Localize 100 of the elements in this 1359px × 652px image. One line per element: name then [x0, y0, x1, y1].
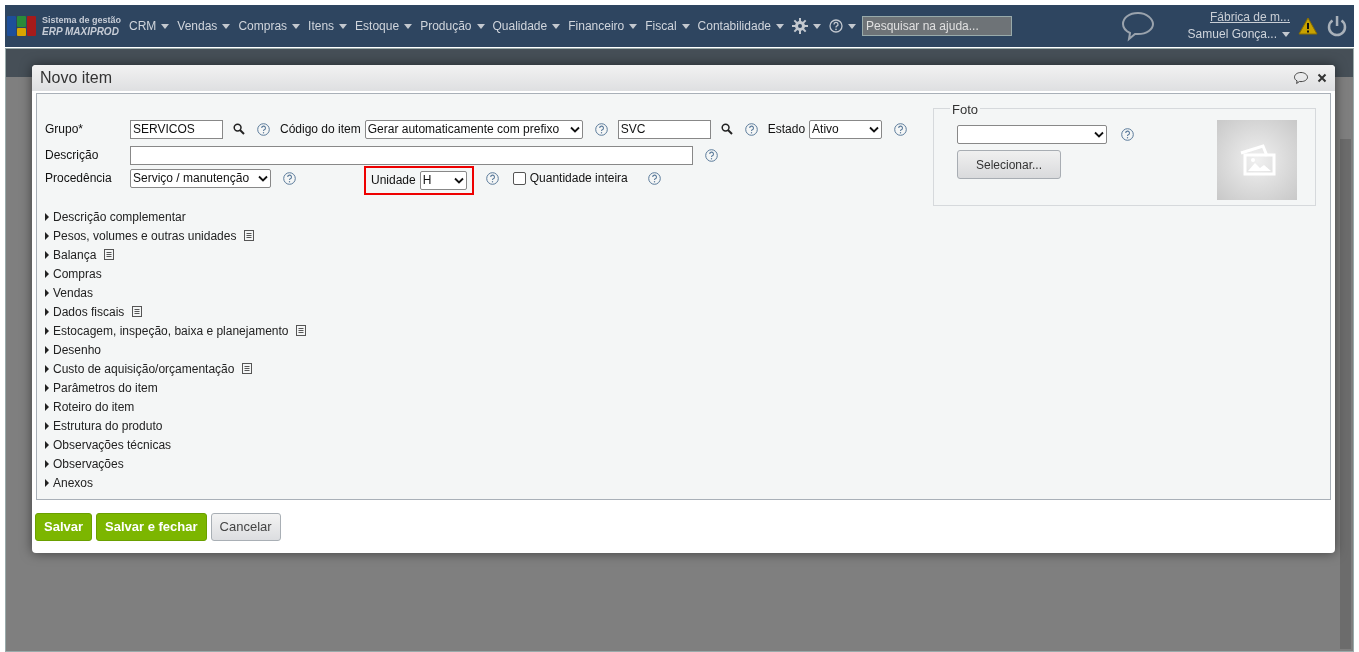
section-toggle[interactable]: Estrutura do produto	[45, 416, 163, 435]
company-link[interactable]: Fábrica de m...	[1187, 9, 1290, 26]
logo-icon	[7, 15, 37, 37]
section-toggle[interactable]: Desenho	[45, 340, 102, 359]
field-label: Estado	[767, 121, 806, 138]
field-label: Unidade	[371, 172, 416, 189]
expand-icon	[45, 212, 49, 221]
text-field[interactable]	[130, 145, 693, 165]
help-icon[interactable]	[257, 122, 270, 136]
menu-item[interactable]: CRM	[127, 17, 172, 35]
menu-item[interactable]: Produção	[418, 17, 487, 35]
section-toggle[interactable]: Parâmetros do item	[45, 378, 158, 397]
close-icon[interactable]	[1317, 73, 1327, 83]
caret-icon	[222, 23, 231, 29]
select-field[interactable]: H	[419, 170, 467, 190]
help-icon[interactable]	[647, 171, 661, 185]
field-label: Grupo*	[45, 121, 85, 138]
expand-icon	[45, 231, 49, 240]
menu-item[interactable]: Compras	[236, 17, 303, 35]
help-icon[interactable]	[894, 122, 908, 136]
section-toggle[interactable]: Vendas	[45, 283, 94, 302]
expand-icon	[45, 364, 49, 373]
menu-item[interactable]: Financeiro	[566, 17, 640, 35]
dialog-title: Novo item	[40, 68, 113, 88]
expand-icon	[45, 459, 49, 468]
caret-icon	[681, 23, 690, 29]
caret-icon	[292, 23, 301, 29]
section-toggle[interactable]: Anexos	[45, 473, 94, 492]
field-label: Descrição	[45, 147, 100, 164]
help-menu[interactable]	[827, 19, 858, 33]
help-icon[interactable]	[1121, 128, 1134, 141]
logo-title: ERP MAXIPROD	[42, 25, 120, 38]
section-toggle[interactable]: Custo de aquisição/orçamentação	[45, 359, 254, 378]
section-toggle[interactable]: Estocagem, inspeção, baixa e planejamento	[45, 321, 308, 340]
scrollbar[interactable]	[1340, 139, 1351, 649]
expand-icon	[45, 440, 49, 449]
section-toggle[interactable]: Observações técnicas	[45, 435, 172, 454]
help-icon[interactable]	[283, 171, 296, 185]
chevron-icon	[869, 125, 880, 133]
chat-icon[interactable]	[1119, 10, 1156, 42]
text-field[interactable]: SERVICOS	[130, 119, 223, 139]
select-field[interactable]: Ativo	[809, 119, 883, 139]
caret-icon	[629, 23, 638, 29]
section-toggle[interactable]: Descrição complementar	[45, 207, 186, 226]
cancel-button[interactable]: Cancelar	[210, 513, 281, 541]
help-icon	[829, 19, 843, 33]
menu-item[interactable]: Vendas	[175, 17, 233, 35]
expand-icon	[45, 345, 49, 354]
help-icon[interactable]	[744, 122, 758, 136]
section-toggle[interactable]: Compras	[45, 264, 102, 283]
warning-icon[interactable]	[1298, 17, 1318, 35]
help-search-field[interactable]: Pesquisar na ajuda...	[862, 16, 1012, 36]
caret-icon	[161, 23, 170, 29]
select-photo-button[interactable]: Selecionar...	[957, 150, 1061, 179]
help-icon[interactable]	[705, 148, 718, 162]
settings-icon	[792, 18, 808, 34]
select-field[interactable]	[957, 125, 1107, 144]
select-field[interactable]: Serviço / manutenção	[130, 168, 271, 188]
section-toggle[interactable]: Observações	[45, 454, 124, 473]
expand-icon	[45, 288, 49, 297]
expand-icon	[45, 402, 49, 411]
expand-icon	[45, 421, 49, 430]
search-icon[interactable]	[233, 123, 245, 135]
logo-subtitle: Sistema de gestão	[42, 14, 122, 26]
menu-item[interactable]: Qualidade	[490, 17, 563, 35]
expand-icon	[45, 250, 49, 259]
user-menu[interactable]: Samuel Gonça...	[1187, 26, 1290, 43]
power-icon[interactable]	[1326, 15, 1348, 37]
caret-icon	[1282, 32, 1290, 37]
chevron-icon	[569, 125, 580, 133]
section-toggle[interactable]: Pesos, volumes e outras unidades	[45, 226, 256, 245]
expand-icon	[45, 478, 49, 487]
section-toggle[interactable]: Roteiro do item	[45, 397, 135, 416]
caret-icon	[552, 23, 561, 29]
search-icon[interactable]	[720, 123, 733, 135]
caret-icon	[476, 23, 485, 29]
section-toggle[interactable]: Dados fiscais	[45, 302, 144, 321]
chevron-icon	[258, 174, 268, 182]
caret-icon	[404, 23, 413, 29]
checkbox-label: Quantidade inteira	[529, 170, 628, 187]
menu-item[interactable]: Itens	[306, 17, 350, 35]
checkbox[interactable]	[512, 171, 526, 185]
caret-icon	[776, 23, 784, 29]
select-field[interactable]: Gerar automaticamente com prefixo	[364, 119, 583, 139]
comment-icon[interactable]	[1293, 71, 1309, 85]
menu-item[interactable]: Contabilidade	[695, 17, 786, 35]
menu-item[interactable]: Estoque	[353, 17, 415, 35]
expand-icon	[45, 269, 49, 278]
section-toggle[interactable]: Balança	[45, 245, 116, 264]
settings-menu[interactable]	[790, 18, 823, 34]
field-label: Procedência	[45, 170, 113, 187]
field-label: Código do item	[280, 121, 361, 138]
expand-icon	[45, 383, 49, 392]
help-icon[interactable]	[485, 171, 499, 185]
expand-icon	[45, 307, 49, 316]
caret-icon	[339, 23, 348, 29]
help-icon[interactable]	[594, 122, 608, 136]
caret-icon	[813, 23, 821, 29]
menu-item[interactable]: Fiscal	[643, 17, 692, 35]
text-field[interactable]: SVC	[617, 119, 711, 139]
